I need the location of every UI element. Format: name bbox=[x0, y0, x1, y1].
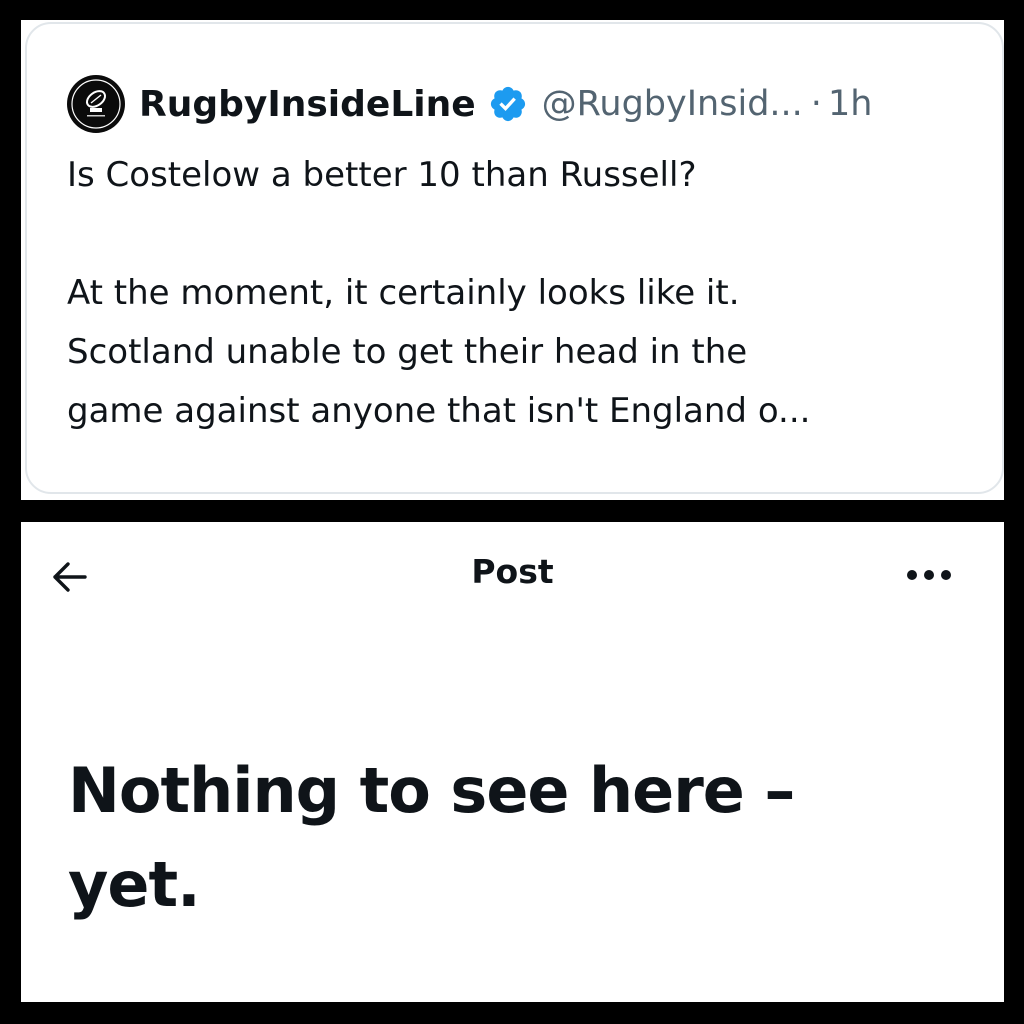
tweet-text-line: game against anyone that isn't England o… bbox=[67, 391, 811, 431]
quote-tweet-card[interactable]: RugbyInsideLine @RugbyInsid... · 1h Is C… bbox=[25, 22, 1004, 494]
post-header: Post bbox=[21, 522, 1004, 630]
quote-tweet-panel: RugbyInsideLine @RugbyInsid... · 1h Is C… bbox=[21, 20, 1004, 500]
empty-state-line: yet. bbox=[68, 848, 201, 921]
display-name[interactable]: RugbyInsideLine bbox=[139, 84, 476, 125]
user-handle[interactable]: @RugbyInsid... bbox=[542, 84, 803, 124]
separator-dot: · bbox=[810, 84, 822, 124]
post-screen-panel: Post Nothing to see here – yet. bbox=[21, 522, 1004, 1002]
tweet-header: RugbyInsideLine @RugbyInsid... · 1h bbox=[67, 74, 872, 134]
tweet-text-line: Scotland unable to get their head in the bbox=[67, 332, 748, 372]
more-options-icon bbox=[907, 570, 951, 580]
empty-state-message: Nothing to see here – yet. bbox=[68, 744, 968, 932]
verified-badge-icon bbox=[490, 86, 525, 122]
avatar[interactable] bbox=[67, 75, 125, 133]
timestamp[interactable]: 1h bbox=[828, 84, 872, 124]
empty-state-line: Nothing to see here – bbox=[68, 754, 795, 827]
more-options-button[interactable] bbox=[899, 560, 959, 590]
tweet-text-line: Is Costelow a better 10 than Russell? bbox=[67, 155, 697, 195]
rugby-logo-icon bbox=[68, 76, 124, 132]
page-title: Post bbox=[471, 552, 554, 591]
tweet-text-line: At the moment, it certainly looks like i… bbox=[67, 273, 740, 313]
tweet-text: Is Costelow a better 10 than Russell? At… bbox=[67, 146, 997, 441]
